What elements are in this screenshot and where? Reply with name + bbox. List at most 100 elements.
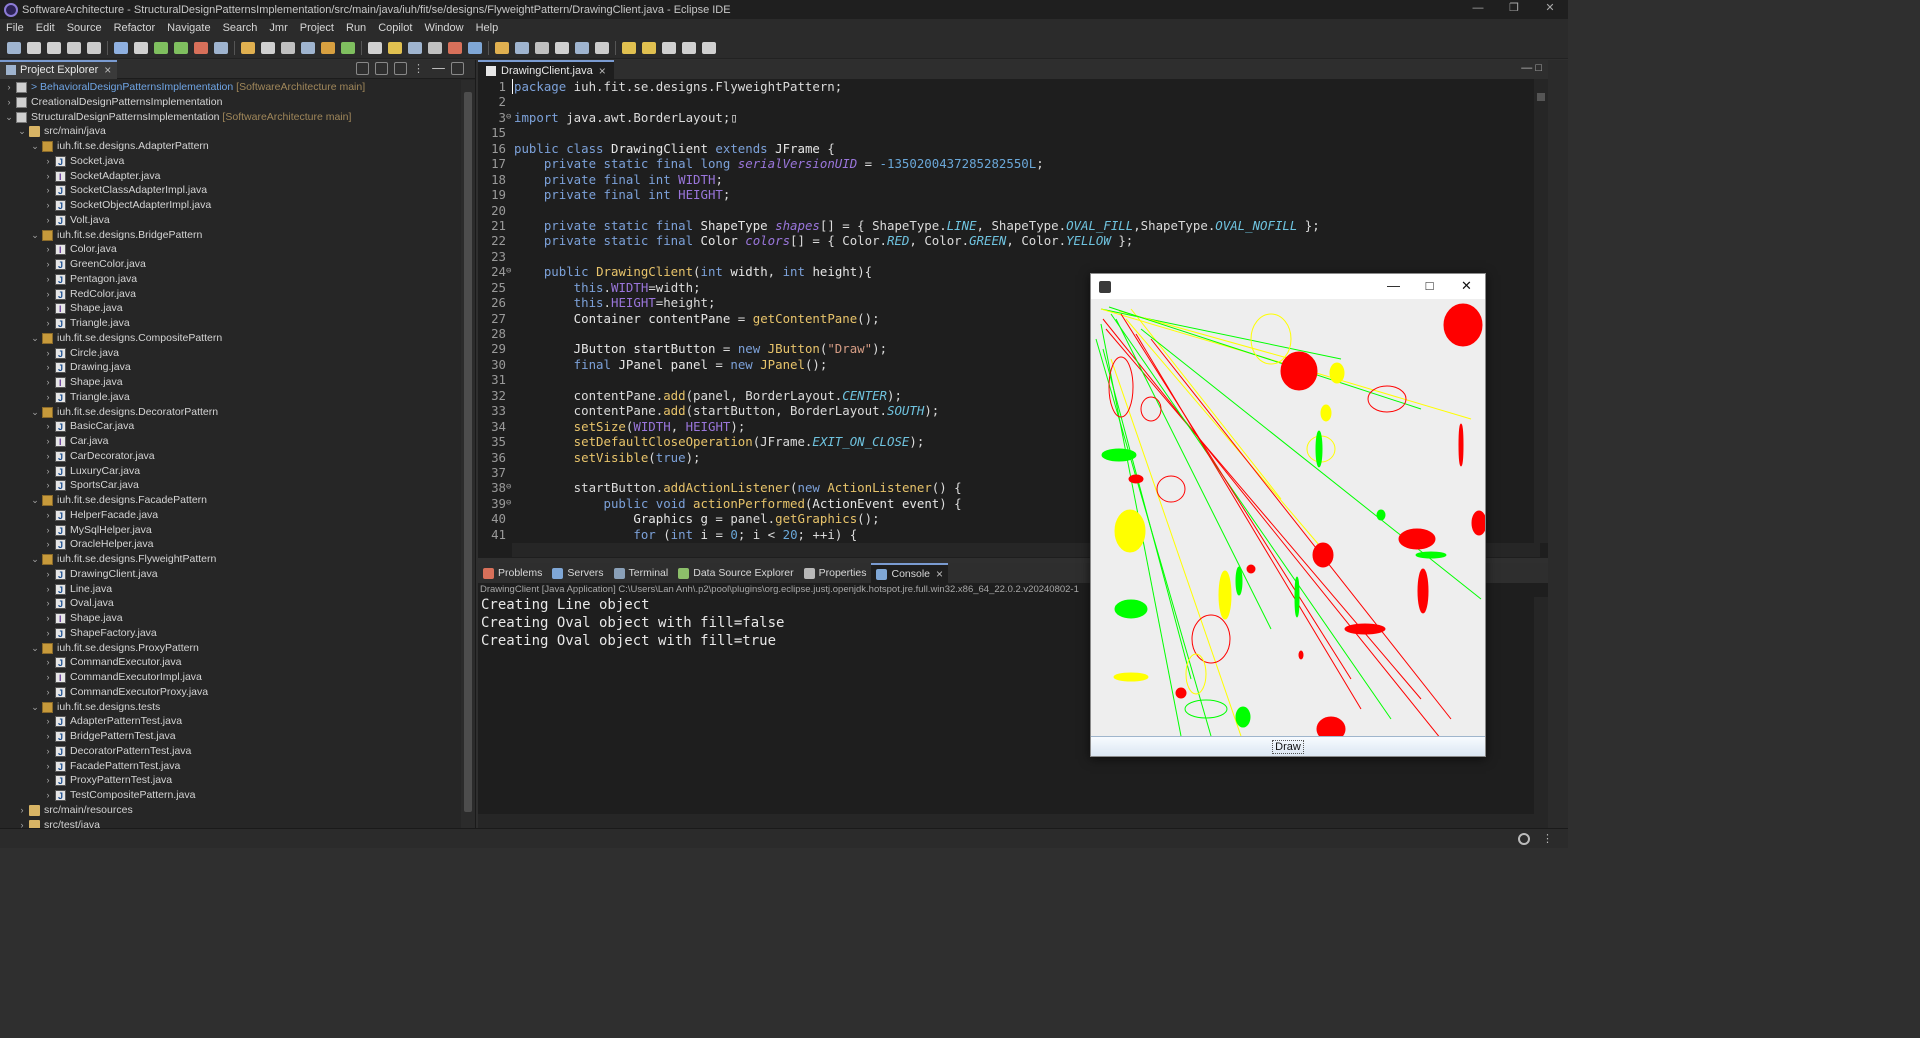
collapse-chevron-icon[interactable]: › <box>43 257 53 272</box>
toolbar-tool-icon[interactable] <box>114 41 128 54</box>
tab-problems[interactable]: Problems <box>478 563 547 583</box>
tree-item[interactable]: ⌄ src/main/java <box>0 124 460 139</box>
tree-item[interactable]: ⌄ iuh.fit.se.designs.FlyweightPattern <box>0 552 460 567</box>
collapse-chevron-icon[interactable]: › <box>43 287 53 302</box>
filter-icon[interactable] <box>394 62 407 75</box>
fold-marker-icon[interactable]: ⊖ <box>506 264 512 279</box>
expand-chevron-icon[interactable]: ⌄ <box>30 139 40 154</box>
tree-item[interactable]: › SocketClassAdapterImpl.java <box>0 183 460 199</box>
tree-item[interactable]: › Line.java <box>0 582 460 598</box>
collapse-chevron-icon[interactable]: › <box>43 419 53 434</box>
draw-button[interactable]: Draw <box>1091 736 1485 756</box>
tree-item[interactable]: ⌄ iuh.fit.se.designs.FacadePattern <box>0 493 460 508</box>
tab-console[interactable]: Console × <box>871 563 949 583</box>
tree-item[interactable]: ⌄ iuh.fit.se.designs.tests <box>0 700 460 715</box>
expand-chevron-icon[interactable]: ⌄ <box>30 552 40 567</box>
collapse-chevron-icon[interactable]: › <box>43 714 53 729</box>
toolbar-tool-icon[interactable] <box>194 41 208 54</box>
tree-item[interactable]: ⌄ iuh.fit.se.designs.CompositePattern <box>0 331 460 346</box>
collapse-chevron-icon[interactable]: › <box>43 537 53 552</box>
menu-file[interactable]: File <box>2 22 32 34</box>
collapse-chevron-icon[interactable]: › <box>4 95 14 110</box>
tree-item[interactable]: › src/test/java <box>0 818 460 828</box>
tree-item[interactable]: › CommandExecutor.java <box>0 655 460 671</box>
status-menu-icon[interactable]: ⋮ <box>1542 832 1556 846</box>
tree-item[interactable]: › Drawing.java <box>0 360 460 376</box>
copilot-status-icon[interactable] <box>1518 833 1530 845</box>
collapse-chevron-icon[interactable]: › <box>43 508 53 523</box>
collapse-chevron-icon[interactable]: › <box>43 655 53 670</box>
tree-item[interactable]: › MySqlHelper.java <box>0 523 460 539</box>
toolbar-tool-icon[interactable] <box>388 41 402 54</box>
toolbar-tool-icon[interactable] <box>368 41 382 54</box>
tab-drawingclient-java[interactable]: DrawingClient.java × <box>478 60 614 79</box>
toolbar-tool-icon[interactable] <box>682 41 696 54</box>
tree-item[interactable]: › DecoratorPatternTest.java <box>0 744 460 760</box>
collapse-chevron-icon[interactable]: › <box>43 759 53 774</box>
tree-item[interactable]: › SportsCar.java <box>0 478 460 494</box>
code-line[interactable]: 18 private final int WIDTH; <box>478 172 1540 187</box>
toolbar-tool-icon[interactable] <box>662 41 676 54</box>
toolbar-tool-icon[interactable] <box>622 41 636 54</box>
tree-item[interactable]: › RedColor.java <box>0 287 460 303</box>
collapse-chevron-icon[interactable]: › <box>43 301 53 316</box>
toolbar-tool-icon[interactable] <box>535 41 549 54</box>
close-icon[interactable]: × <box>936 567 943 581</box>
expand-chevron-icon[interactable]: ⌄ <box>30 405 40 420</box>
tab-project-explorer[interactable]: Project Explorer × <box>0 59 118 79</box>
tree-item[interactable]: › DrawingClient.java <box>0 567 460 583</box>
close-window-button[interactable]: ✕ <box>1532 0 1568 19</box>
collapse-chevron-icon[interactable]: › <box>43 360 53 375</box>
menu-help[interactable]: Help <box>472 22 507 34</box>
toolbar-tool-icon[interactable] <box>301 41 315 54</box>
expand-chevron-icon[interactable]: ⌄ <box>30 700 40 715</box>
expand-chevron-icon[interactable]: ⌄ <box>4 110 14 125</box>
fold-marker-icon[interactable]: ⊖ <box>506 496 512 511</box>
tab-servers[interactable]: Servers <box>547 563 608 583</box>
tree-item[interactable]: ⌄ iuh.fit.se.designs.ProxyPattern <box>0 641 460 656</box>
code-line[interactable]: 16 public class DrawingClient extends JFr… <box>478 141 1540 156</box>
collapse-chevron-icon[interactable]: › <box>43 729 53 744</box>
toolbar-tool-icon[interactable] <box>174 41 188 54</box>
tree-item[interactable]: › AdapterPatternTest.java <box>0 714 460 730</box>
collapse-chevron-icon[interactable]: › <box>43 611 53 626</box>
toolbar-tool-icon[interactable] <box>87 41 101 54</box>
tree-item[interactable]: › Car.java <box>0 434 460 450</box>
code-line[interactable]: 1 package iuh.fit.se.designs.FlyweightPat… <box>478 79 1540 95</box>
tree-item[interactable]: › BasicCar.java <box>0 419 460 435</box>
toolbar-tool-icon[interactable] <box>495 41 509 54</box>
link-editor-icon[interactable] <box>375 62 388 75</box>
code-line[interactable]: 20 <box>478 203 1540 218</box>
tree-item[interactable]: › Shape.java <box>0 375 460 391</box>
collapse-chevron-icon[interactable]: › <box>43 523 53 538</box>
toolbar-tool-icon[interactable] <box>468 41 482 54</box>
menu-source[interactable]: Source <box>63 22 110 34</box>
swing-close-button[interactable]: ✕ <box>1448 274 1485 299</box>
collapse-chevron-icon[interactable]: › <box>43 685 53 700</box>
toolbar-tool-icon[interactable] <box>281 41 295 54</box>
collapse-chevron-icon[interactable]: › <box>43 478 53 493</box>
toolbar-tool-icon[interactable] <box>575 41 589 54</box>
tree-item[interactable]: › Volt.java <box>0 213 460 229</box>
collapse-chevron-icon[interactable]: › <box>43 346 53 361</box>
minimize-button[interactable]: — <box>1460 0 1496 19</box>
tree-item[interactable]: › Shape.java <box>0 301 460 317</box>
tree-item[interactable]: › CarDecorator.java <box>0 449 460 465</box>
tree-item[interactable]: › Color.java <box>0 242 460 258</box>
tree-item[interactable]: › CreationalDesignPatternsImplementation <box>0 95 460 110</box>
menu-window[interactable]: Window <box>420 22 471 34</box>
tree-item[interactable]: › BridgePatternTest.java <box>0 729 460 745</box>
tree-item[interactable]: › GreenColor.java <box>0 257 460 273</box>
expand-chevron-icon[interactable]: ⌄ <box>17 124 27 139</box>
close-icon[interactable]: × <box>599 64 606 78</box>
tree-item[interactable]: › Socket.java <box>0 154 460 170</box>
collapse-chevron-icon[interactable]: › <box>43 582 53 597</box>
menu-run[interactable]: Run <box>342 22 374 34</box>
collapse-chevron-icon[interactable]: › <box>43 596 53 611</box>
swing-minimize-button[interactable]: — <box>1375 274 1412 299</box>
toolbar-tool-icon[interactable] <box>321 41 335 54</box>
console-vscrollbar[interactable] <box>1534 597 1548 814</box>
tree-item[interactable]: › HelperFacade.java <box>0 508 460 524</box>
menu-project[interactable]: Project <box>296 22 342 34</box>
menu-refactor[interactable]: Refactor <box>110 22 164 34</box>
